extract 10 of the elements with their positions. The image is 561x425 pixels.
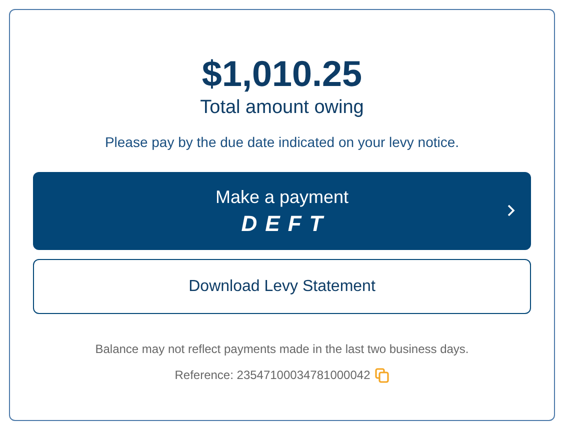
payment-instruction: Please pay by the due date indicated on your levy notice. <box>104 133 460 152</box>
amount-label: Total amount owing <box>200 96 364 120</box>
copy-icon[interactable] <box>375 368 390 382</box>
chevron-right-icon <box>507 204 515 217</box>
download-statement-button[interactable]: Download Levy Statement <box>33 259 531 314</box>
make-payment-button[interactable]: Make a payment DEFT <box>33 172 531 250</box>
deft-logo: DEFT <box>240 211 331 237</box>
total-amount: $1,010.25 <box>202 54 362 94</box>
reference-number: Reference: 23547100034781000042 <box>174 367 370 384</box>
balance-note: Balance may not reflect payments made in the last two business days. <box>95 341 469 358</box>
